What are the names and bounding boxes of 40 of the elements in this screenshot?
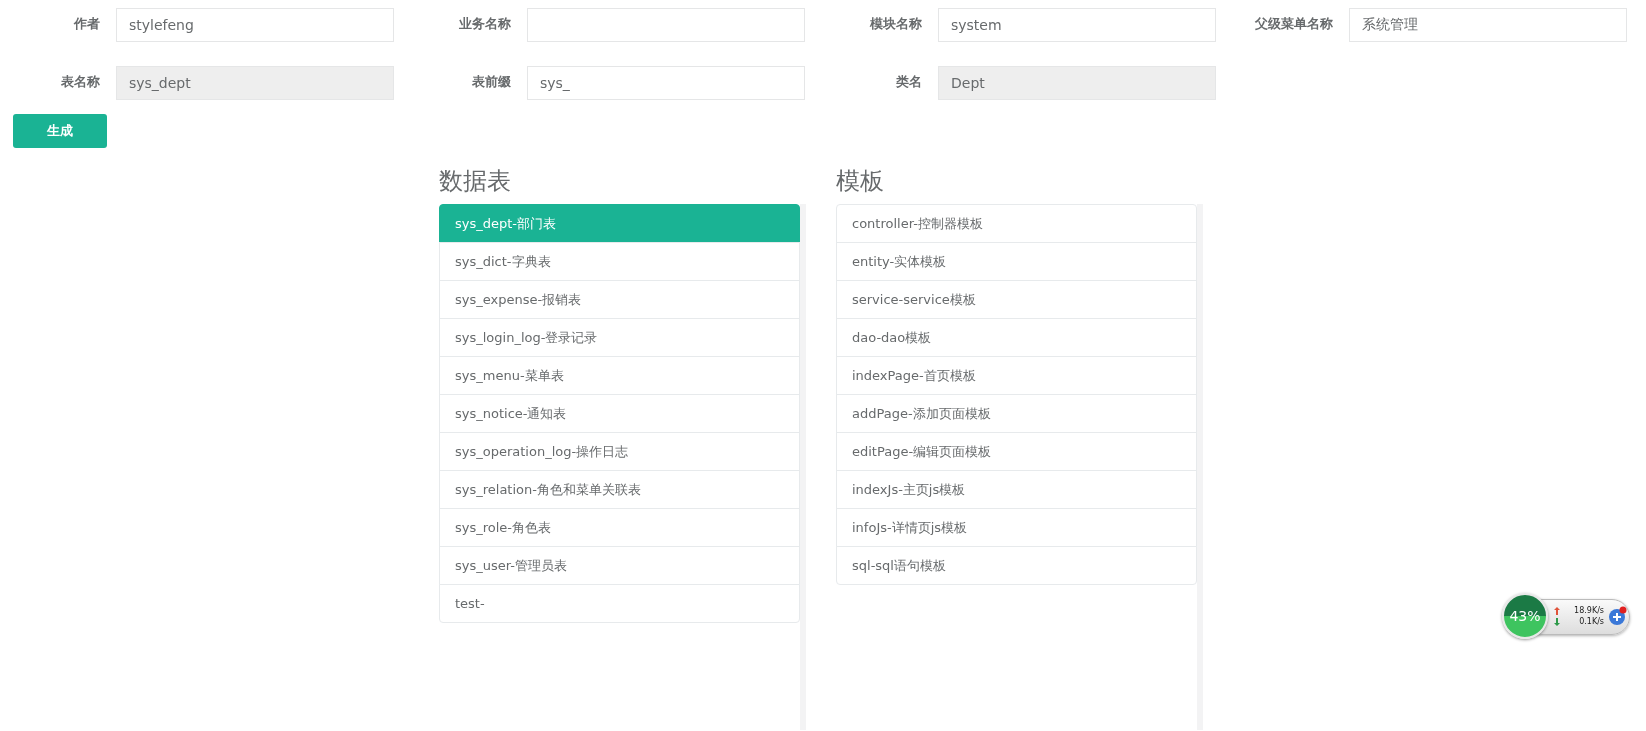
list-item[interactable]: sys_user-管理员表 <box>439 546 800 585</box>
list-item[interactable]: sys_role-角色表 <box>439 508 800 547</box>
plus-icon[interactable] <box>1608 606 1628 626</box>
field-label: 表前缀 <box>471 73 511 90</box>
list-item[interactable]: sys_notice-通知表 <box>439 394 800 433</box>
list-item[interactable]: test- <box>439 584 800 623</box>
list-item[interactable]: editPage-编辑页面模板 <box>836 432 1197 471</box>
list-item[interactable]: sql-sql语句模板 <box>836 546 1197 585</box>
list-item[interactable]: entity-实体模板 <box>836 242 1197 281</box>
up-arrow-icon <box>1554 606 1560 615</box>
section-title: 模板 <box>836 166 885 196</box>
section-title: 数据表 <box>439 166 512 196</box>
list-item[interactable]: sys_relation-角色和菜单关联表 <box>439 470 800 509</box>
list-item[interactable]: infoJs-详情页js模板 <box>836 508 1197 547</box>
field-label: 父级菜单名称 <box>1254 15 1333 32</box>
upload-speed: 18.9K/s <box>1573 606 1604 615</box>
list-item[interactable]: sys_operation_log-操作日志 <box>439 432 800 471</box>
down-arrow-icon <box>1554 617 1560 626</box>
gauge-percent: 43% <box>1509 608 1541 624</box>
input-field[interactable]: sys_ <box>527 66 805 100</box>
field-label: 模块名称 <box>868 15 922 32</box>
list-item[interactable]: controller-控制器模板 <box>836 204 1197 243</box>
field-label: 作者 <box>72 15 100 32</box>
input-field[interactable]: 系统管理 <box>1349 8 1627 42</box>
input-field[interactable]: stylefeng <box>116 8 394 42</box>
list-item[interactable]: indexJs-主页js模板 <box>836 470 1197 509</box>
download-speed: 0.1K/s <box>1578 617 1604 626</box>
list-item[interactable]: service-service模板 <box>836 280 1197 319</box>
input-field[interactable] <box>527 8 805 42</box>
input-field[interactable]: system <box>938 8 1216 42</box>
list-item[interactable]: indexPage-首页模板 <box>836 356 1197 395</box>
list-item[interactable]: sys_menu-菜单表 <box>439 356 800 395</box>
list-item[interactable]: addPage-添加页面模板 <box>836 394 1197 433</box>
field-label: 表名称 <box>60 73 100 90</box>
field-label: 类名 <box>895 73 922 90</box>
list-item[interactable]: dao-dao模板 <box>836 318 1197 357</box>
field-label: 业务名称 <box>458 15 511 32</box>
list-item[interactable]: sys_login_log-登录记录 <box>439 318 800 357</box>
list-item[interactable]: sys_dict-字典表 <box>439 242 800 281</box>
list-item[interactable]: sys_expense-报销表 <box>439 280 800 319</box>
